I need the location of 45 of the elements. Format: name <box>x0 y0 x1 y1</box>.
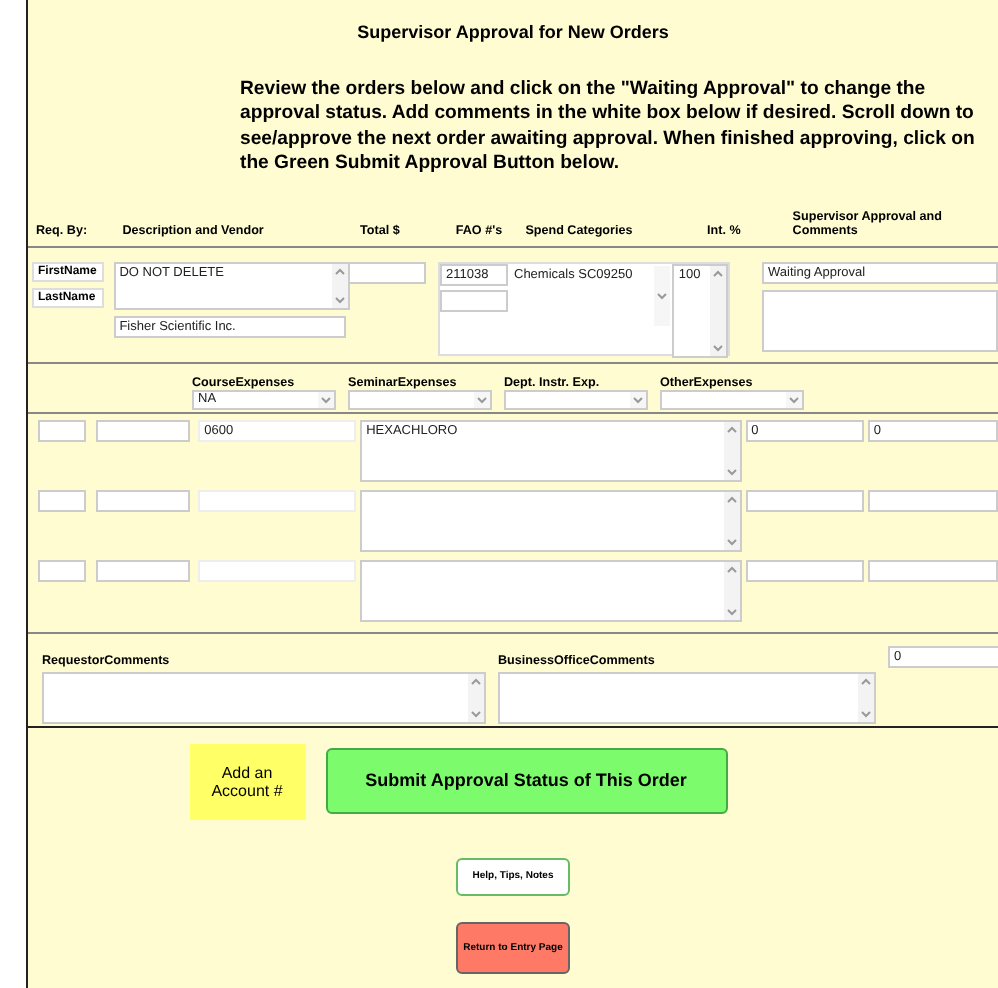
down-caret-icon[interactable] <box>712 343 724 352</box>
page-title: Supervisor Approval for New Orders <box>355 20 671 42</box>
instructions-text: Review the orders below and click on the "Waiting Approval" to change the approval status. Add comments in the white box below if desired. Scroll down to see/approve the next order awaiting approval. When finished approving, click on the Green Submit Approval Button below. <box>240 78 977 178</box>
dropdown-caret-icon[interactable] <box>632 395 644 404</box>
dropdown-caret-icon[interactable] <box>476 395 488 404</box>
down-caret-icon[interactable] <box>725 607 738 616</box>
amount-field[interactable] <box>867 489 998 512</box>
dropdown-caret-icon[interactable] <box>788 395 800 404</box>
item-field[interactable] <box>38 419 86 442</box>
dropdown-caret-icon[interactable] <box>656 291 669 300</box>
amount-field[interactable] <box>867 559 998 582</box>
approval-comments-area[interactable] <box>762 289 998 352</box>
code-field[interactable] <box>198 489 357 512</box>
down-caret-icon[interactable] <box>333 295 346 304</box>
down-caret-icon[interactable] <box>725 537 738 546</box>
submit-approval-button[interactable]: Submit Approval Status of This Order <box>325 747 727 814</box>
amount-field[interactable] <box>745 489 864 512</box>
down-caret-icon[interactable] <box>860 709 872 718</box>
item-field[interactable] <box>95 419 191 442</box>
item-field[interactable] <box>38 559 86 582</box>
item-description-area[interactable] <box>360 489 742 552</box>
expense-select[interactable] <box>504 389 648 410</box>
up-caret-icon[interactable] <box>470 677 482 686</box>
fao-field[interactable] <box>440 289 508 312</box>
up-caret-icon[interactable] <box>725 565 738 574</box>
up-caret-icon[interactable] <box>725 495 738 504</box>
dropdown-caret-icon[interactable] <box>320 395 332 404</box>
expense-select[interactable] <box>348 389 492 410</box>
requestor-comments-area[interactable] <box>42 671 486 724</box>
amount-field[interactable] <box>745 559 864 582</box>
item-field[interactable] <box>95 489 191 512</box>
item-field[interactable] <box>95 559 191 582</box>
business-office-comments-area[interactable] <box>498 671 876 724</box>
item-description-area[interactable] <box>360 559 742 622</box>
up-caret-icon[interactable] <box>860 677 872 686</box>
total-field[interactable] <box>347 261 426 284</box>
down-caret-icon[interactable] <box>725 467 738 476</box>
item-field[interactable] <box>38 489 86 512</box>
code-field[interactable] <box>198 559 357 582</box>
expense-select[interactable] <box>660 389 804 410</box>
up-caret-icon[interactable] <box>725 425 738 434</box>
up-caret-icon[interactable] <box>333 267 346 276</box>
up-caret-icon[interactable] <box>712 269 724 278</box>
add-account-button[interactable]: Add an Account # <box>189 743 305 820</box>
down-caret-icon[interactable] <box>470 709 482 718</box>
